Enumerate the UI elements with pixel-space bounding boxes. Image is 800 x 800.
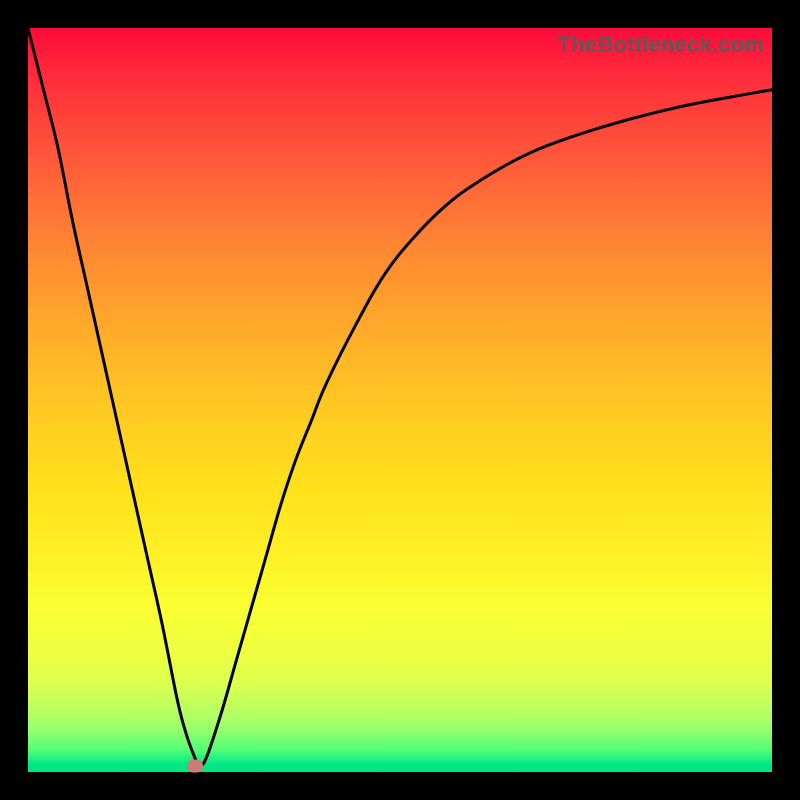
chart-frame: TheBottleneck.com — [0, 0, 800, 800]
optimal-marker-icon — [187, 760, 203, 773]
plot-area: TheBottleneck.com — [28, 28, 772, 772]
bottleneck-curve — [28, 28, 772, 772]
